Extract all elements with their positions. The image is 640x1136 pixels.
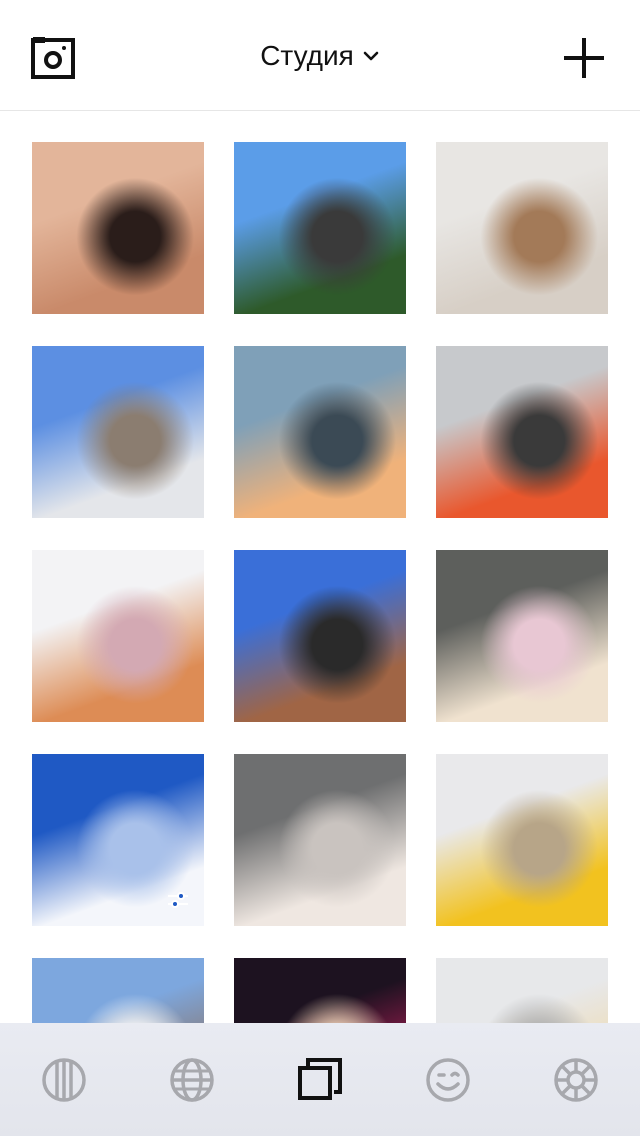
photo-blonde-tongue-out[interactable] <box>436 550 608 722</box>
photo-girl-road-legs-up[interactable] <box>234 142 406 314</box>
studio-stack-icon <box>298 1057 342 1100</box>
page-title: Студия <box>260 40 354 71</box>
photo-pampas-grass[interactable] <box>436 142 608 314</box>
photo-girl-blue-sky-house[interactable] <box>234 550 406 722</box>
tab-columns[interactable] <box>32 1048 96 1112</box>
sliders-icon[interactable] <box>166 888 190 912</box>
photo-girl-trees-sky[interactable] <box>32 958 204 1023</box>
aperture-icon <box>554 1057 598 1102</box>
photo-clouds-blue-sky[interactable] <box>32 754 204 926</box>
smiley-wink-icon <box>426 1057 470 1102</box>
tab-smiley[interactable] <box>416 1048 480 1112</box>
add-button[interactable] <box>562 36 606 80</box>
photo-cloudy-sunset[interactable] <box>234 346 406 518</box>
chevron-down-icon <box>363 51 379 61</box>
photo-grid <box>0 111 640 1023</box>
photo-hand-neck-grey[interactable] <box>234 754 406 926</box>
top-bar: Студия <box>0 0 640 111</box>
photo-bananas-plate[interactable] <box>436 754 608 926</box>
photo-girl-denim-jacket[interactable] <box>32 346 204 518</box>
photo-girl-christmas-tree[interactable] <box>234 958 406 1023</box>
tab-aperture[interactable] <box>544 1048 608 1112</box>
studio-title-dropdown[interactable]: Студия <box>0 36 640 76</box>
photo-girl-stadium-seats[interactable] <box>436 346 608 518</box>
photo-girl-white-wall[interactable] <box>436 958 608 1023</box>
photo-ginger-cat[interactable] <box>32 550 204 722</box>
bottom-tab-bar <box>0 1023 640 1136</box>
photo-neck-skin[interactable] <box>32 142 204 314</box>
tab-studio[interactable] <box>288 1048 352 1112</box>
columns-icon <box>42 1057 86 1102</box>
tab-globe[interactable] <box>160 1048 224 1112</box>
plus-icon <box>564 38 604 78</box>
globe-icon <box>170 1057 214 1102</box>
